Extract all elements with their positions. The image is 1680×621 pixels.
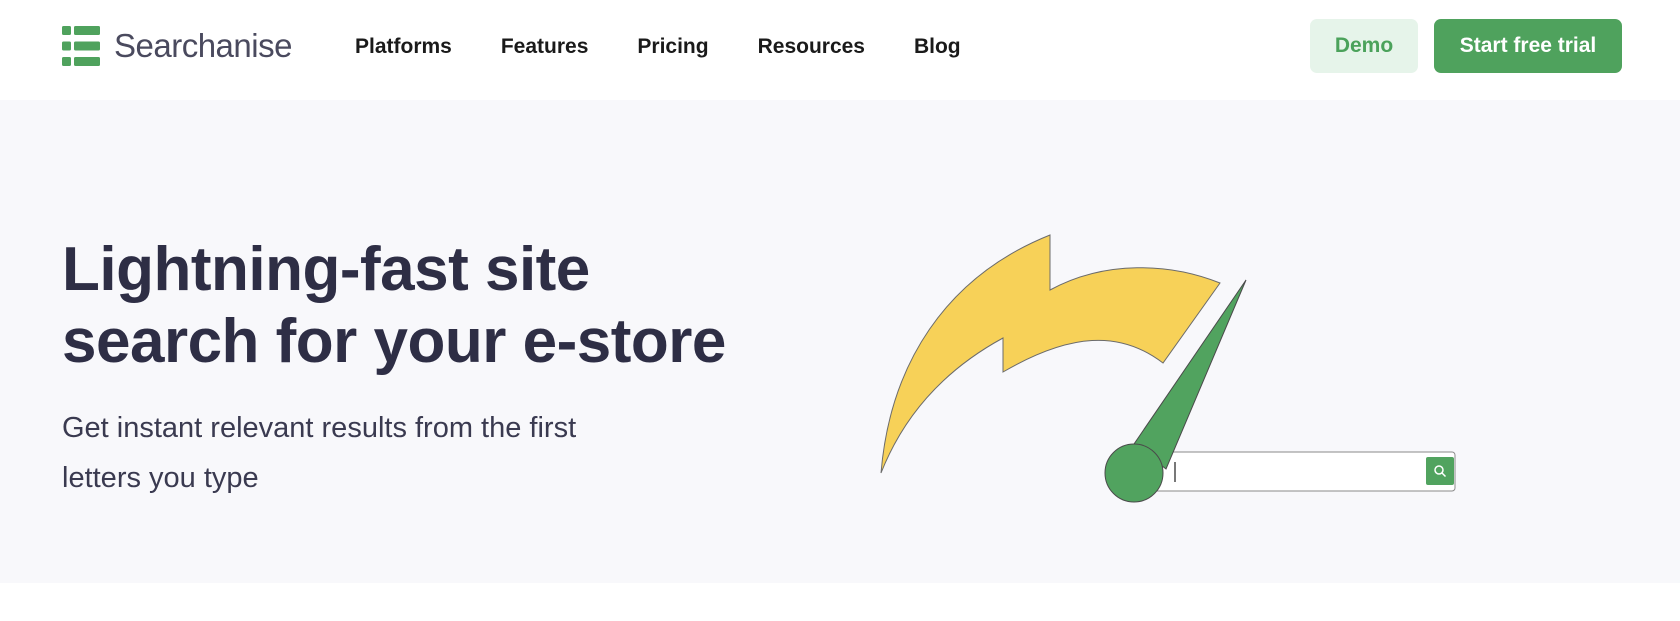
search-icon (1426, 457, 1454, 485)
nav-item-platforms[interactable]: Platforms (355, 35, 452, 59)
main-nav: Platforms Features Pricing Resources Blo… (355, 0, 1010, 94)
brand-name: Searchanise (114, 27, 292, 64)
start-free-trial-button[interactable]: Start free trial (1434, 19, 1622, 73)
hero-subtitle-line-2: letters you type (62, 462, 259, 494)
hero-title-line-1: Lightning-fast site (62, 235, 590, 304)
demo-button[interactable]: Demo (1310, 19, 1418, 73)
searchanise-logo-icon (62, 26, 100, 66)
site-header: Searchanise Platforms Features Pricing R… (0, 0, 1680, 100)
logo[interactable]: Searchanise (62, 26, 292, 66)
hero-title: Lightning-fast site search for your e-st… (62, 234, 782, 378)
hero-title-line-2: search for your e-store (62, 307, 726, 376)
nav-item-resources[interactable]: Resources (758, 35, 865, 59)
hero-illustration (880, 234, 1456, 503)
nav-item-blog[interactable]: Blog (914, 35, 961, 59)
hero-subtitle-line-1: Get instant relevant results from the fi… (62, 412, 577, 444)
nav-item-pricing[interactable]: Pricing (637, 35, 708, 59)
next-section-start (0, 583, 1680, 621)
nav-item-features[interactable]: Features (501, 35, 589, 59)
hero-subtitle: Get instant relevant results from the fi… (62, 403, 702, 503)
